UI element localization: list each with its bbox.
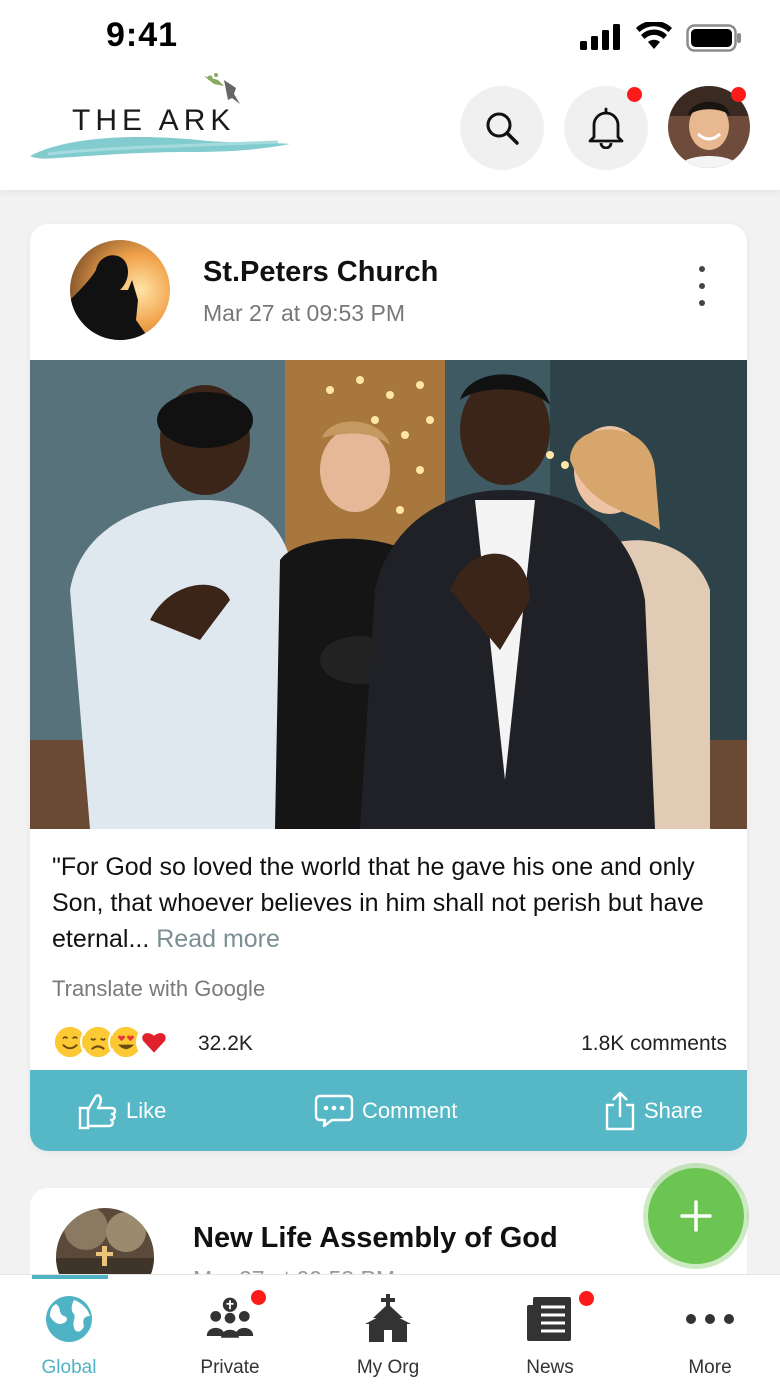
globe-icon bbox=[46, 1296, 92, 1342]
notification-badge bbox=[627, 87, 642, 102]
app-logo[interactable]: THE ARK bbox=[28, 70, 298, 180]
like-label: Like bbox=[126, 1097, 167, 1123]
worship-photo bbox=[30, 360, 747, 829]
app-header: THE ARK bbox=[0, 70, 780, 190]
comment-count[interactable]: 1.8K comments bbox=[581, 1032, 727, 1056]
active-tab-indicator bbox=[32, 1275, 108, 1279]
nav-private[interactable]: Private bbox=[175, 1290, 285, 1383]
search-button[interactable] bbox=[460, 86, 544, 170]
group-icon bbox=[206, 1297, 254, 1338]
read-more-link[interactable]: Read more bbox=[156, 925, 280, 953]
church-icon bbox=[365, 1294, 411, 1342]
heart-emoji-icon bbox=[136, 1024, 172, 1060]
nav-more[interactable]: More bbox=[655, 1293, 765, 1383]
more-options-icon[interactable] bbox=[692, 266, 712, 306]
post-author-2[interactable]: New Life Assembly of God bbox=[193, 1222, 558, 1255]
news-badge bbox=[579, 1291, 594, 1306]
post-date: Mar 27 at 09:53 PM bbox=[203, 300, 405, 326]
private-badge bbox=[251, 1290, 266, 1305]
cellular-signal-icon bbox=[580, 24, 620, 50]
battery-icon bbox=[686, 24, 741, 52]
comment-icon bbox=[314, 1094, 354, 1127]
search-icon bbox=[486, 112, 519, 145]
plus-icon bbox=[680, 1200, 712, 1232]
post-text: "For God so loved the world that he gave… bbox=[52, 853, 704, 953]
nav-news-label: News bbox=[526, 1357, 574, 1378]
post-card: St.Peters Church Mar 27 at 09:53 PM "For… bbox=[30, 224, 747, 1151]
translate-link[interactable]: Translate with Google bbox=[52, 976, 265, 1002]
nav-private-label: Private bbox=[200, 1357, 260, 1378]
reaction-count: 32.2K bbox=[198, 1032, 253, 1055]
more-dots-icon bbox=[686, 1314, 734, 1324]
status-bar: 9:41 bbox=[0, 0, 780, 70]
nav-my-org[interactable]: My Org bbox=[333, 1293, 443, 1383]
add-post-button[interactable] bbox=[648, 1168, 744, 1264]
share-button[interactable]: Share bbox=[604, 1070, 703, 1151]
wifi-icon bbox=[636, 22, 672, 49]
post-author[interactable]: St.Peters Church bbox=[203, 256, 438, 289]
status-time: 9:41 bbox=[106, 16, 179, 54]
author-avatar[interactable] bbox=[70, 240, 170, 340]
nav-more-label: More bbox=[688, 1357, 732, 1378]
share-icon bbox=[605, 1091, 635, 1130]
comment-button[interactable]: Comment bbox=[314, 1070, 457, 1151]
author-photo bbox=[70, 240, 170, 340]
post-body: "For God so loved the world that he gave… bbox=[52, 849, 732, 957]
newspaper-icon bbox=[527, 1297, 571, 1341]
nav-global[interactable]: Global bbox=[14, 1293, 124, 1383]
share-label: Share bbox=[644, 1097, 703, 1123]
nav-news[interactable]: News bbox=[495, 1291, 605, 1383]
bottom-nav: Global Private My Org News More bbox=[0, 1274, 780, 1387]
post-image[interactable] bbox=[30, 360, 747, 829]
bell-icon bbox=[588, 107, 624, 149]
thumbs-up-icon bbox=[78, 1093, 117, 1129]
nav-global-label: Global bbox=[41, 1357, 97, 1378]
like-button[interactable]: Like bbox=[78, 1070, 166, 1151]
reaction-summary[interactable] bbox=[52, 1024, 202, 1064]
post-action-bar: Like Comment Share bbox=[30, 1070, 747, 1151]
logo-text: THE ARK bbox=[72, 104, 236, 137]
nav-my-org-label: My Org bbox=[356, 1357, 420, 1378]
profile-badge bbox=[731, 87, 746, 102]
comment-label: Comment bbox=[362, 1097, 458, 1123]
